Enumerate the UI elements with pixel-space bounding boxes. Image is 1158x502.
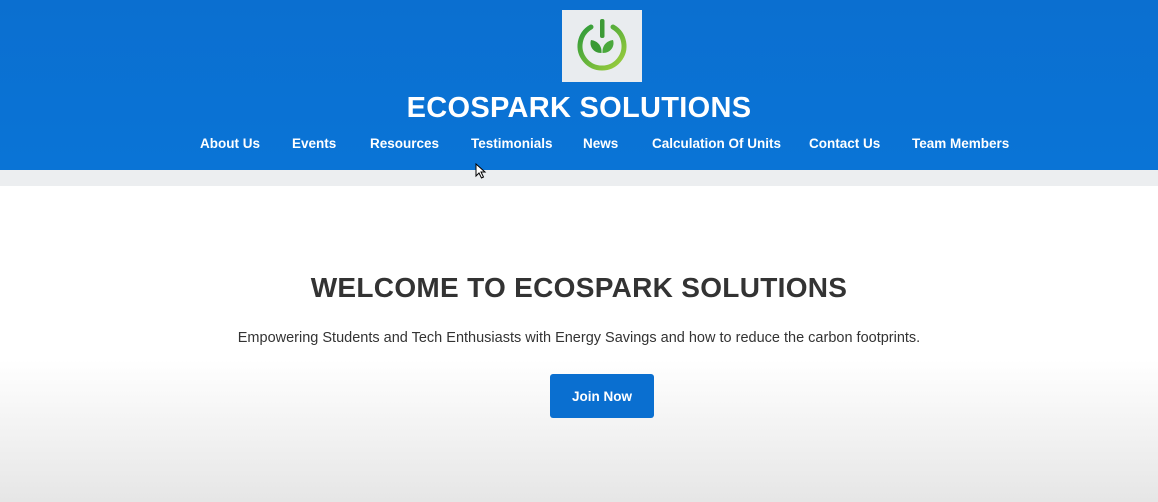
nav-team-members[interactable]: Team Members [912,135,1009,153]
nav-testimonials[interactable]: Testimonials [471,135,553,153]
nav-contact-us[interactable]: Contact Us [809,135,880,153]
main-nav: About Us Events Resources Testimonials N… [0,135,1158,155]
hero-title: WELCOME TO ECOSPARK SOLUTIONS [310,272,848,303]
power-leaf-logo-icon [577,19,627,71]
nav-resources[interactable]: Resources [370,135,439,153]
nav-events[interactable]: Events [292,135,336,153]
mouse-pointer-icon [475,163,487,179]
logo[interactable] [562,10,642,82]
nav-news[interactable]: News [583,135,618,153]
nav-about-us[interactable]: About Us [200,135,260,153]
nav-calculation-of-units[interactable]: Calculation Of Units [652,135,781,153]
header-divider [0,170,1158,186]
hero-subtitle: Empowering Students and Tech Enthusiasts… [237,330,921,346]
site-title: ECOSPARK SOLUTIONS [406,92,752,124]
join-now-button[interactable]: Join Now [550,374,654,418]
site-header: ECOSPARK SOLUTIONS About Us Events Resou… [0,0,1158,170]
